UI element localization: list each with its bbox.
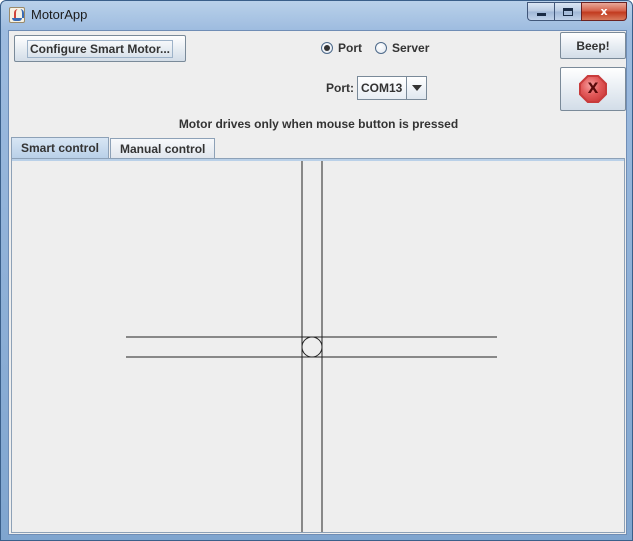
window-title: MotorApp xyxy=(31,7,88,22)
port-select-value: COM13 xyxy=(358,77,406,99)
joystick-handle[interactable] xyxy=(301,336,323,358)
tab-manual-control[interactable]: Manual control xyxy=(110,138,216,158)
maximize-button[interactable] xyxy=(554,2,581,21)
configure-button-label: Configure Smart Motor... xyxy=(26,39,173,58)
close-icon: x xyxy=(600,5,608,18)
minimize-button[interactable] xyxy=(527,2,554,21)
stop-button[interactable]: X xyxy=(560,67,626,111)
control-tabs: Smart control Manual control xyxy=(11,137,216,158)
java-app-icon xyxy=(9,7,25,23)
port-select[interactable]: COM13 xyxy=(357,76,427,100)
tab-smart-control[interactable]: Smart control xyxy=(11,137,110,158)
port-select-dropdown-button[interactable] xyxy=(406,77,426,99)
radio-server[interactable]: Server xyxy=(375,41,429,55)
window-controls: x xyxy=(527,2,627,21)
title-bar[interactable]: MotorApp x xyxy=(1,1,632,29)
radio-port[interactable]: Port xyxy=(321,41,362,55)
radio-server-indicator[interactable] xyxy=(375,42,387,54)
smart-control-panel[interactable] xyxy=(11,158,625,533)
connection-mode-group: Port Server xyxy=(321,41,442,55)
port-label: Port: xyxy=(326,81,354,95)
stop-icon: X xyxy=(579,75,607,103)
chevron-down-icon xyxy=(411,85,422,91)
drive-hint-text: Motor drives only when mouse button is p… xyxy=(178,117,459,131)
minimize-icon xyxy=(536,13,546,16)
beep-button-label: Beep! xyxy=(576,38,610,53)
client-area: Configure Smart Motor... Port Server Bee… xyxy=(8,30,627,535)
maximize-icon xyxy=(563,7,573,16)
joystick-pad[interactable] xyxy=(12,159,626,534)
radio-server-label: Server xyxy=(392,41,430,55)
configure-smart-motor-button[interactable]: Configure Smart Motor... xyxy=(14,35,186,62)
stop-icon-glyph: X xyxy=(581,77,605,101)
app-window: MotorApp x Configure Smart Motor... Port xyxy=(0,0,633,541)
radio-port-label: Port xyxy=(338,41,362,55)
radio-port-indicator[interactable] xyxy=(321,42,333,54)
close-window-button[interactable]: x xyxy=(581,2,627,21)
beep-button[interactable]: Beep! xyxy=(560,32,626,59)
